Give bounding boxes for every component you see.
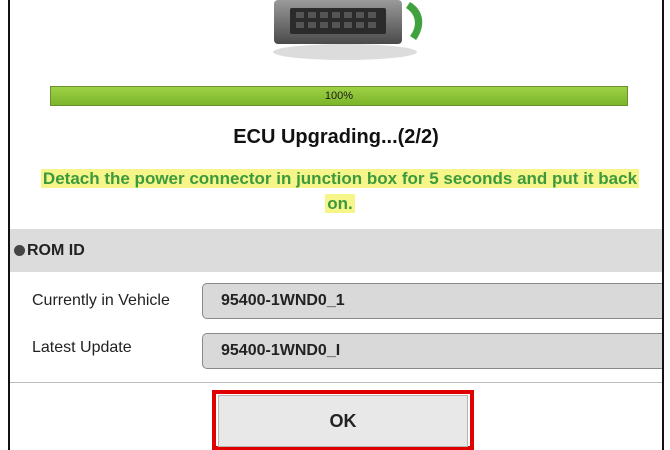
currently-in-vehicle-value: 95400-1WND0_1 (202, 283, 662, 319)
status-title: ECU Upgrading...(2/2) (233, 126, 439, 148)
currently-in-vehicle-label: Currently in Vehicle (32, 292, 170, 309)
progress-percent-label: 100% (324, 90, 354, 102)
ok-button[interactable]: OK (218, 395, 468, 447)
ecu-module-icon (260, 0, 430, 62)
rom-id-section-header: ROM ID (10, 229, 662, 272)
instruction-message: Detach the power connector in junction b… (20, 166, 660, 216)
dialog: 100% ECU Upgrading...(2/2) Detach the po… (8, 0, 664, 450)
divider (10, 382, 662, 383)
instruction-line-2: on. (325, 194, 355, 213)
progress-bar: 100% (50, 86, 628, 106)
latest-update-label: Latest Update (32, 339, 132, 356)
latest-update-value: 95400-1WND0_I (202, 333, 662, 369)
instruction-line-1: Detach the power connector in junction b… (40, 169, 640, 188)
bullet-icon (14, 245, 25, 256)
rom-id-heading: ROM ID (27, 241, 85, 259)
